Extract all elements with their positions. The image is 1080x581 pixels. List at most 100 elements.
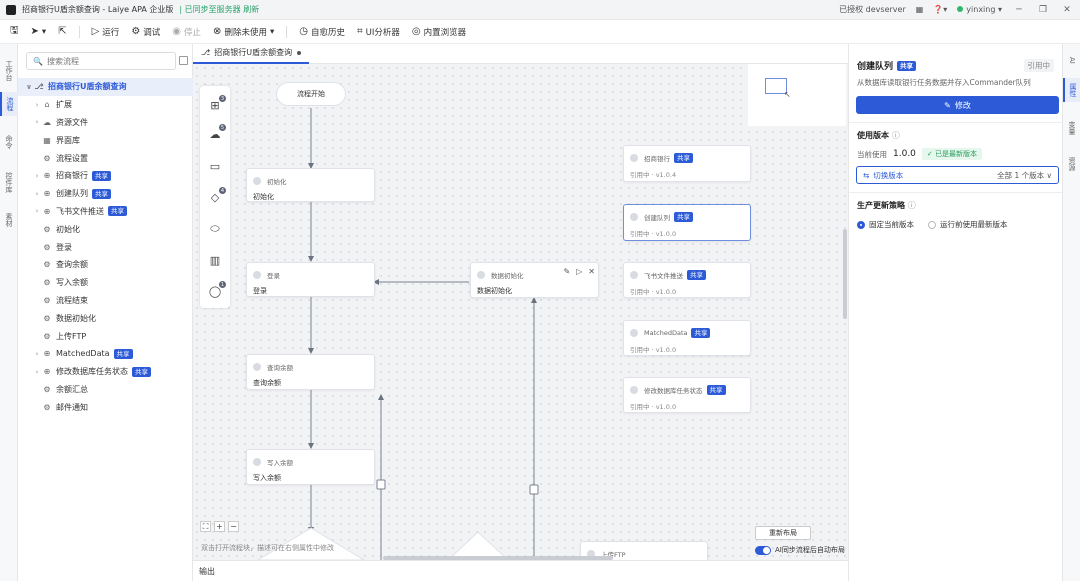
chevron-right-icon[interactable]: ›	[32, 101, 42, 109]
chevron-right-icon[interactable]: ›	[32, 207, 42, 215]
delete-unused-button[interactable]: ⊗ 删除未使用 ▾	[213, 26, 274, 38]
help-icon[interactable]: ⓘ	[908, 201, 916, 210]
chevron-right-icon[interactable]: ›	[32, 118, 42, 126]
tree-item[interactable]: ⚙ 流程结束	[18, 292, 193, 310]
minimize-button[interactable]: ─	[1012, 5, 1026, 15]
tab-flow[interactable]: ⎇ 招商银行U盾余额查询	[193, 44, 310, 64]
tree-item[interactable]: › ☁ 资源文件	[18, 114, 193, 132]
tree-item[interactable]: ⚙ 写入余额	[18, 274, 193, 292]
rail-resources[interactable]: 资源	[1063, 152, 1080, 176]
cloud-tool[interactable]: ☁ 5	[208, 124, 226, 141]
ref-node-matcheddata[interactable]: MatchedData 共享 引用中 · v1.0.0	[623, 320, 751, 356]
tree-item[interactable]: ⚙ 余额汇总	[18, 381, 193, 399]
rail-variables[interactable]: 变量	[1063, 116, 1080, 140]
ref-node-cmb[interactable]: 招商银行 共享 引用中 · v1.0.4	[623, 145, 751, 182]
search-box[interactable]: 🔍	[26, 52, 176, 70]
ui-analyzer-button[interactable]: ⌗ UI分析器	[357, 26, 400, 38]
rail-ai[interactable]: AI	[1063, 50, 1080, 70]
save-button[interactable]: 🖫	[10, 23, 19, 40]
edit-icon[interactable]: ✎	[563, 267, 570, 276]
node-login[interactable]: 登录 登录	[246, 262, 375, 297]
rail-commands[interactable]: 命令	[0, 130, 18, 154]
history-button[interactable]: ◷ 自愈历史	[299, 26, 345, 38]
search-input[interactable]	[46, 56, 167, 66]
tree-item[interactable]: › ⊕ 修改数据库任务状态 共享	[18, 363, 193, 381]
rail-properties[interactable]: 属性	[1063, 78, 1080, 102]
tree-item[interactable]: ⚙ 数据初始化	[18, 309, 193, 327]
run-button[interactable]: ▷ 运行	[92, 26, 120, 38]
comment-tool[interactable]: ◯ 1	[208, 281, 226, 298]
node-data-init[interactable]: 数据初始化 数据初始化 ✎ ▷ ✕	[470, 262, 599, 298]
node-write[interactable]: 写入余额 写入余额	[246, 449, 375, 485]
debug-button[interactable]: ⚙ 调试	[131, 26, 160, 38]
block-tool[interactable]: ▭	[208, 159, 222, 173]
stop-button[interactable]: ◉ 停止	[172, 26, 201, 38]
relayout-button[interactable]: 重新布局	[755, 526, 811, 540]
ai-layout-toggle[interactable]: AI同步流程后自动布局	[755, 545, 845, 555]
tree-item[interactable]: › ⊕ 创建队列 共享	[18, 185, 193, 203]
update-strategy-heading: 生产更新策略 ⓘ	[857, 201, 916, 210]
tree-item-label: 查询余额	[56, 260, 88, 270]
node-query[interactable]: 查询余额 查询余额	[246, 354, 375, 390]
fit-view-button[interactable]: ⛶	[200, 521, 211, 532]
ref-node-create-queue[interactable]: 创建队列 共享 引用中 · v1.0.0	[623, 204, 751, 241]
zoom-in-button[interactable]: +	[214, 521, 225, 532]
subflow-tool[interactable]: ⊞ 3	[208, 95, 226, 112]
rail-flow[interactable]: 流程	[0, 92, 18, 116]
radio-latest-version[interactable]: 运行前使用最新版本	[928, 219, 1008, 230]
tree-item[interactable]: › ⌂ 扩展	[18, 96, 193, 114]
tree-item[interactable]: › ⊕ 飞书文件推送 共享	[18, 203, 193, 221]
ref-node-feishu[interactable]: 飞书文件推送 共享 引用中 · v1.0.0	[623, 262, 751, 298]
chevron-right-icon[interactable]: ›	[32, 190, 42, 198]
user-menu[interactable]: yinxing ▾	[957, 5, 1002, 14]
start-node[interactable]: 流程开始	[276, 82, 346, 106]
browser-button[interactable]: ◎ 内置浏览器	[412, 26, 466, 38]
tree-item[interactable]: ⚙ 上传FTP	[18, 327, 193, 345]
switch-version-select[interactable]: ⇆ 切换版本 全部 1 个版本 ∨	[856, 166, 1059, 184]
export-button[interactable]: ⇱	[58, 26, 66, 37]
chevron-right-icon[interactable]: ›	[32, 172, 42, 180]
tree-item[interactable]: ▦ 界面库	[18, 131, 193, 149]
radio-fixed-version[interactable]: 固定当前版本	[857, 219, 914, 230]
flow-canvas[interactable]: ⊞ 3 ☁ 5 ▭ ◇ 4 ⬭ ▥ ◯ 1 流程开始 初始化 初始化 登录 登录…	[193, 64, 848, 560]
node-init[interactable]: 初始化 初始化	[246, 168, 375, 202]
end-tool[interactable]: ⬭	[208, 222, 222, 236]
rail-workbench[interactable]: 工作台	[0, 54, 18, 86]
toggle-switch[interactable]	[755, 545, 771, 555]
tree-item[interactable]: ⚙ 流程设置	[18, 149, 193, 167]
gear-icon	[253, 458, 261, 466]
edit-button[interactable]: ✎ 修改	[856, 96, 1059, 114]
tree-item[interactable]: ⚙ 查询余额	[18, 256, 193, 274]
gear-icon: ⚙	[43, 295, 51, 305]
rail-assets[interactable]: 素材	[0, 208, 18, 232]
ref-node-db-status[interactable]: 修改数据库任务状态 共享 引用中 · v1.0.0	[623, 377, 751, 413]
publish-button[interactable]: ➤ ▾	[31, 26, 47, 37]
run-node-icon[interactable]: ▷	[576, 267, 582, 276]
tree-item[interactable]: ⚙ 邮件通知	[18, 398, 193, 416]
zoom-out-button[interactable]: −	[228, 521, 239, 532]
maximize-button[interactable]: ❐	[1036, 5, 1050, 15]
minimap[interactable]: ↖	[748, 64, 846, 126]
gear-icon: ⚙	[43, 313, 51, 323]
decision-tool[interactable]: ◇ 4	[208, 187, 226, 204]
help-icon[interactable]: ❓▾	[933, 5, 947, 14]
table-tool[interactable]: ▥	[208, 253, 222, 267]
tree-item[interactable]: ⚙ 初始化	[18, 220, 193, 238]
tree-item[interactable]: ∨ ⎇ 招商银行U盾余额查询	[18, 78, 193, 96]
chevron-right-icon[interactable]: ›	[32, 368, 42, 376]
tree-item[interactable]: ⚙ 登录	[18, 238, 193, 256]
output-panel[interactable]: 输出	[193, 560, 848, 581]
vertical-scrollbar[interactable]	[843, 229, 847, 319]
tab-strip: ⎇ 招商银行U盾余额查询	[193, 44, 848, 64]
tree-item[interactable]: › ⊕ MatchedData 共享	[18, 345, 193, 363]
close-icon[interactable]: ✕	[588, 267, 595, 276]
sync-status[interactable]: | 已同步至服务器 刷新	[179, 4, 259, 15]
layout-icon[interactable]: ▦	[916, 5, 924, 14]
chevron-right-icon[interactable]: ›	[32, 350, 42, 358]
collapse-icon[interactable]	[179, 56, 188, 65]
rail-controls[interactable]: 控件库	[0, 166, 18, 198]
tree-item[interactable]: › ⊕ 招商银行 共享	[18, 167, 193, 185]
chevron-down-icon[interactable]: ∨	[24, 83, 34, 91]
close-button[interactable]: ✕	[1060, 5, 1074, 15]
help-icon[interactable]: ⓘ	[892, 131, 900, 140]
